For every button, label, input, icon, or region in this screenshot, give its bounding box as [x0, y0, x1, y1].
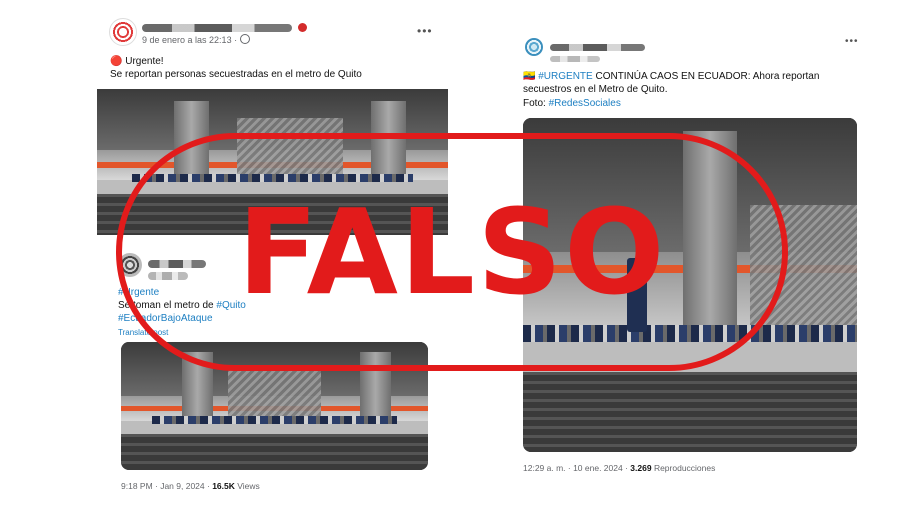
embedded-tweet-meta: 9:18 PM · Jan 9, 2024 · 16.5K Views — [121, 481, 260, 491]
embedded-tweet-line2: Se toman el metro de #Quito — [118, 299, 246, 312]
globe-icon — [239, 34, 250, 44]
tweet-text-1: CONTINÚA CAOS EN ECUADOR: Ahora reportan — [592, 71, 820, 82]
post-title: Urgente! — [125, 56, 164, 67]
tweet-metro-photo[interactable] — [523, 118, 857, 452]
post-body: Se reportan personas secuestradas en el … — [110, 69, 362, 80]
hashtag-urgente-link[interactable]: #URGENTE — [538, 71, 592, 82]
tweet-handle-blurred — [550, 49, 600, 67]
hashtag-ecuador-bajo-ataque-link[interactable]: #EcuadorBajoAtaque — [118, 312, 213, 325]
facebook-avatar[interactable] — [109, 18, 137, 46]
ecuador-flag-icon: 🇪🇨 — [523, 71, 536, 82]
red-circle-icon: 🔴 — [110, 56, 123, 67]
tweet-meta: 12:29 a. m. · 10 ene. 2024 · 3.269 Repro… — [523, 463, 715, 473]
line2-text: Se toman el metro de — [118, 300, 217, 311]
hashtag-redes-sociales-link[interactable]: #RedesSociales — [549, 98, 621, 109]
foto-prefix: Foto: — [523, 98, 549, 109]
translate-post-link[interactable]: Translate post — [118, 326, 168, 339]
timestamp-text: 9 de enero a las 22:13 · — [142, 35, 238, 45]
tweet-more-options-icon[interactable]: ••• — [845, 36, 859, 47]
heart-emoji-icon — [298, 23, 308, 33]
hashtag-quito-link[interactable]: #Quito — [216, 300, 245, 311]
tweet-views-count: 3.269 — [630, 463, 652, 473]
tweet-photo-credit: Foto: #RedesSociales — [523, 97, 621, 110]
tweet-avatar[interactable] — [525, 38, 543, 56]
tweet-views-label: Reproducciones — [653, 463, 716, 473]
embedded-tweet-photo[interactable] — [121, 342, 428, 470]
tweet-text-line1: 🇪🇨 #URGENTE CONTINÚA CAOS EN ECUADOR: Ah… — [523, 70, 819, 83]
embedded-tweet-handle-blurred — [148, 267, 188, 285]
hashtag-urgente-link[interactable]: #Urgente — [118, 286, 159, 299]
walking-person — [626, 258, 647, 332]
views-count: 16.5K — [212, 481, 235, 491]
post-title-line: 🔴 Urgente! — [110, 55, 164, 68]
embedded-tweet-avatar[interactable] — [118, 253, 142, 277]
views-label: Views — [237, 481, 260, 491]
tweet-time-date[interactable]: 9:18 PM · Jan 9, 2024 · — [121, 481, 210, 491]
tweet-time-date[interactable]: 12:29 a. m. · 10 ene. 2024 · — [523, 463, 628, 473]
more-options-icon[interactable]: ••• — [417, 24, 433, 38]
tweet-text-2: secuestros en el Metro de Quito. — [523, 84, 668, 95]
facebook-timestamp[interactable]: 9 de enero a las 22:13 · — [142, 34, 250, 45]
metro-photo-main[interactable] — [97, 89, 448, 235]
